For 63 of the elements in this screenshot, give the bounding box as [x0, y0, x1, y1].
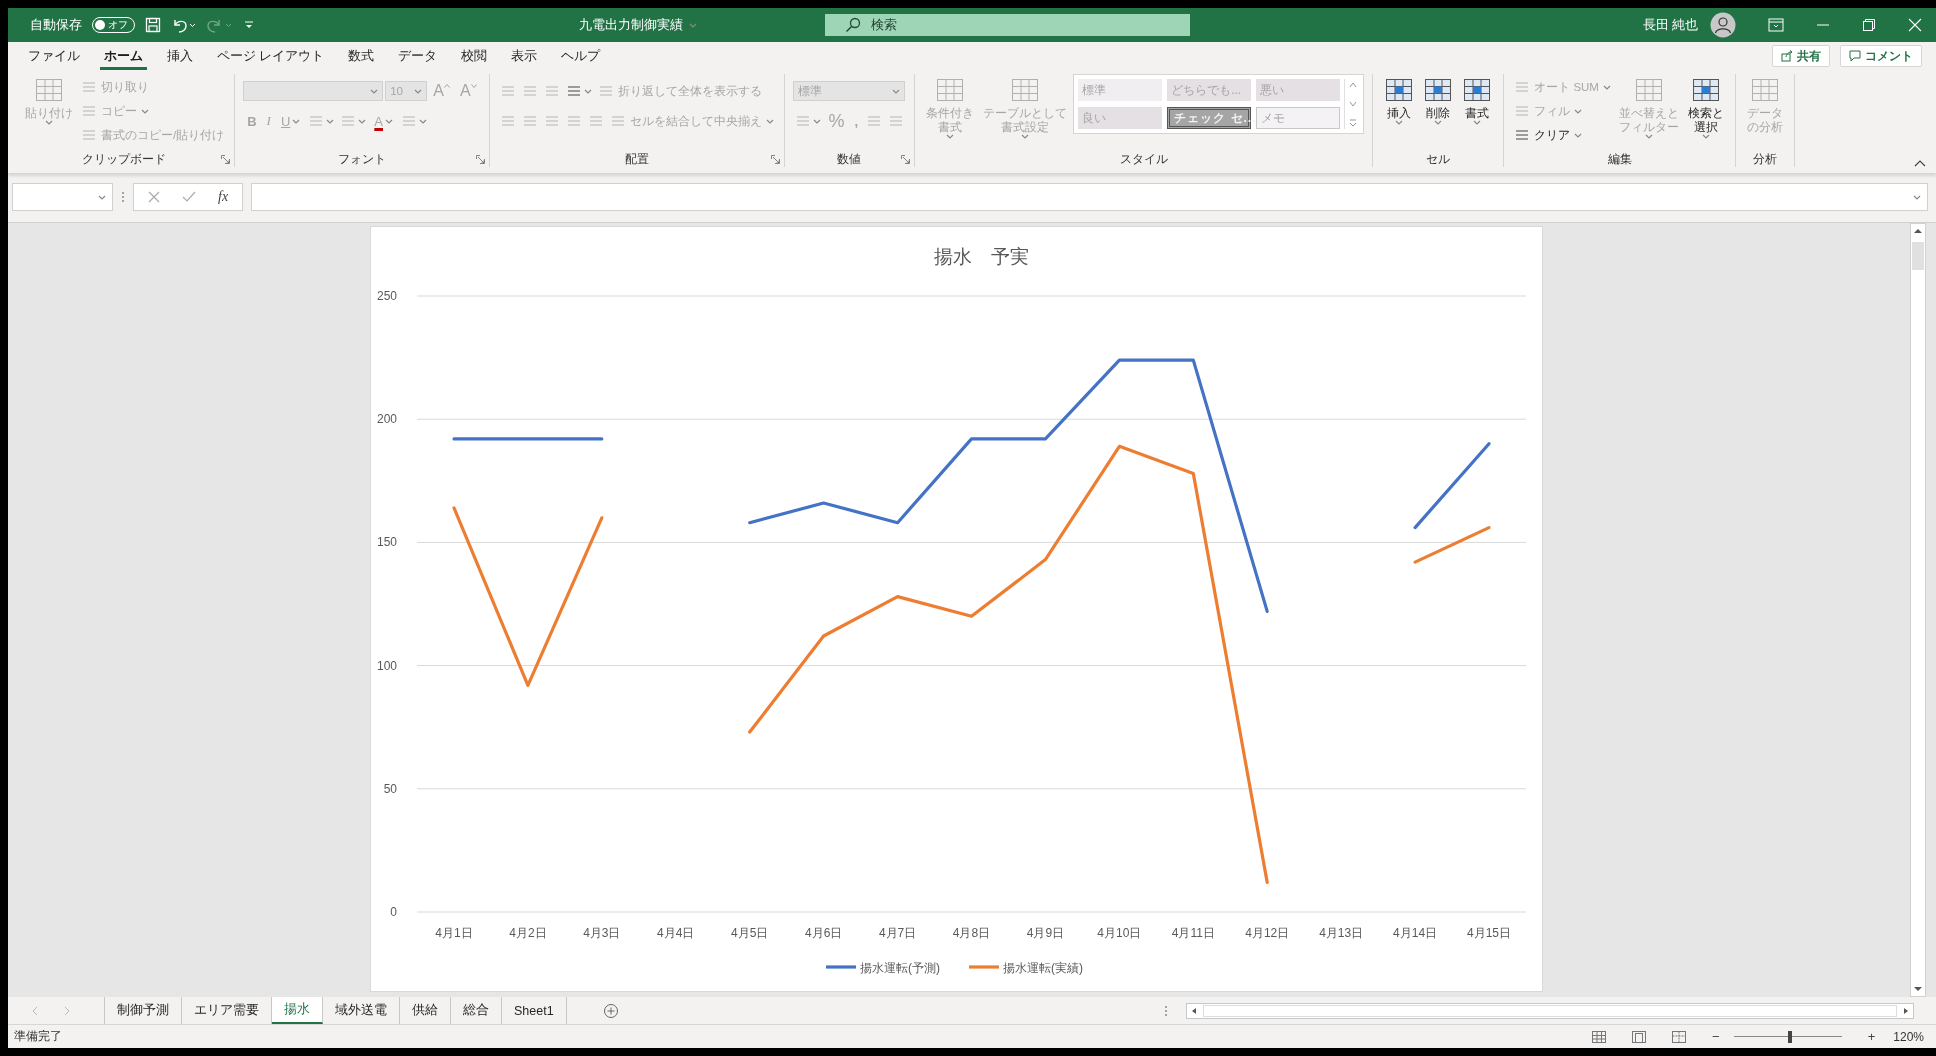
ribbon-button[interactable]: 書式: [1459, 74, 1496, 127]
ribbon-button[interactable]: クリア: [1512, 127, 1585, 143]
ribbon-button[interactable]: 挿入: [1381, 74, 1418, 127]
group-label: 配置: [624, 151, 649, 167]
user-name: 長田 純也: [1642, 16, 1698, 34]
axis-label: 4月8日: [952, 926, 991, 940]
function-button[interactable]: fx: [218, 189, 229, 205]
axis-label: 4月10日: [1097, 926, 1142, 940]
axis-label: 4月14日: [1393, 926, 1438, 940]
sheet-tab[interactable]: 揚水: [272, 997, 323, 1024]
menu-tab[interactable]: データ: [386, 42, 450, 70]
axis-label: 4月15日: [1467, 926, 1512, 940]
menu-tab[interactable]: ページ レイアウト: [205, 42, 337, 70]
axis-label: 4月11日: [1171, 926, 1215, 940]
group-label: 数値: [837, 151, 862, 167]
menu-tab[interactable]: ヘルプ: [549, 42, 613, 70]
axis-label: 50: [383, 781, 397, 796]
sheet-tab[interactable]: 供給: [400, 997, 451, 1024]
axis-label: 4月6日: [804, 926, 843, 940]
menu-tab[interactable]: 数式: [336, 42, 387, 70]
menu-tab[interactable]: 挿入: [155, 42, 205, 70]
ribbon-button[interactable]: 削除: [1420, 74, 1457, 127]
axis-label: 250: [376, 289, 397, 303]
group-label: スタイル: [1119, 151, 1168, 167]
share-button[interactable]: 共有: [1772, 45, 1830, 67]
axis-label: 4月9日: [1026, 926, 1065, 940]
group-label: セル: [1426, 151, 1451, 167]
axis-label: 0: [390, 905, 397, 919]
group-label: フォント: [337, 151, 386, 167]
sheet-tab[interactable]: 域外送電: [323, 997, 400, 1024]
autosave-label: 自動保存: [30, 16, 82, 34]
menu-tab[interactable]: ファイル: [16, 42, 92, 70]
group-label: 分析: [1752, 151, 1777, 167]
axis-label: 4月2日: [509, 926, 547, 940]
sheet-tab[interactable]: 総合: [451, 997, 502, 1024]
comment-button[interactable]: コメント: [1840, 45, 1922, 67]
axis-label: 4月3日: [583, 926, 621, 940]
search-field[interactable]: 検索: [825, 14, 1190, 36]
axis-label: 100: [376, 658, 397, 673]
zoom-in-button[interactable]: +: [1867, 1029, 1876, 1044]
status-text: 準備完了: [14, 1028, 62, 1045]
legend-label: 揚水運転(予測): [860, 961, 940, 975]
zoom-level: 120%: [1893, 1029, 1924, 1044]
ribbon-button[interactable]: 検索と 選択: [1684, 74, 1727, 141]
group-label: 編集: [1607, 151, 1632, 167]
group-label: クリップボード: [82, 151, 167, 167]
zoom-out-button[interactable]: −: [1712, 1029, 1720, 1044]
sheet-tab[interactable]: Sheet1: [502, 997, 567, 1024]
menu-tab[interactable]: 表示: [499, 42, 550, 70]
document-title[interactable]: 九電出力制御実績: [478, 16, 798, 34]
legend-label: 揚水運転(実績): [1003, 961, 1083, 975]
axis-label: 4月4日: [657, 926, 695, 940]
menu-tab[interactable]: 校閲: [449, 42, 500, 70]
menu-tab[interactable]: ホーム: [100, 42, 147, 70]
axis-label: 4月7日: [878, 926, 917, 940]
sheet-tab[interactable]: 制御予測: [105, 997, 182, 1024]
axis-label: 150: [376, 535, 397, 550]
axis-label: 4月12日: [1245, 926, 1290, 940]
axis-label: 200: [376, 412, 397, 427]
chart-title: 揚水 予実: [934, 246, 1029, 267]
axis-label: 4月5日: [731, 926, 769, 940]
axis-label: 4月1日: [435, 926, 473, 940]
axis-label: 4月13日: [1319, 926, 1364, 940]
